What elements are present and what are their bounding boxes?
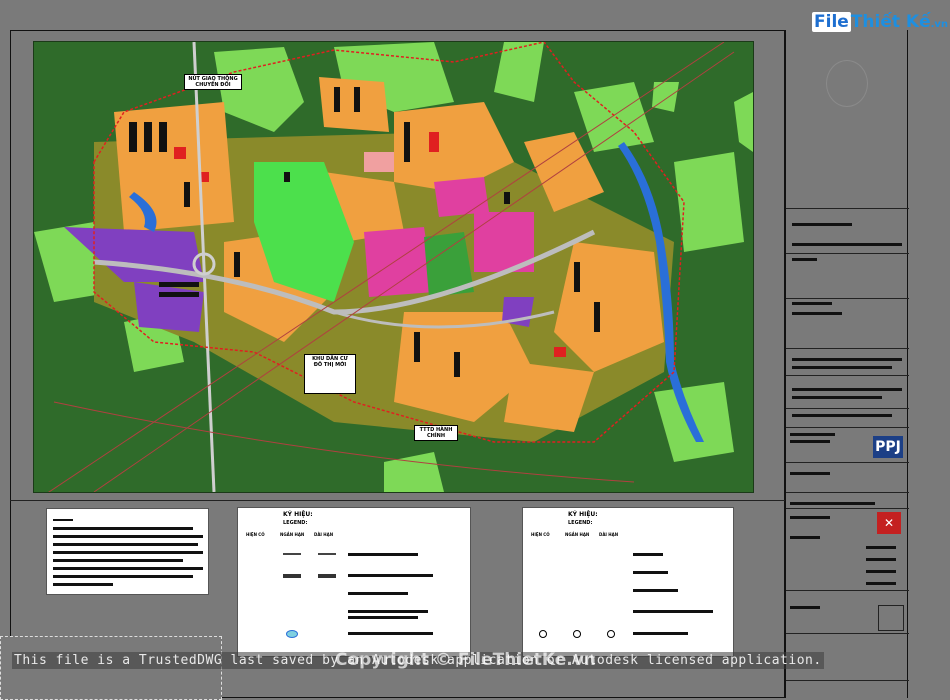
notes-panel	[46, 508, 209, 595]
map-label-interchange: NÚT GIAO THÔNG CHUYỂN ĐỔI	[184, 74, 242, 90]
legend2-col-planned: NGẮN HẠN	[565, 532, 590, 537]
legend2-subtitle: LEGEND:	[568, 520, 593, 526]
map-label-residential-zone: KHU DÂN CƯ ĐÔ THỊ MỚI	[304, 354, 356, 394]
legend1-subtitle: LEGEND:	[283, 520, 308, 526]
title-block	[785, 30, 909, 698]
sheet-divider	[10, 500, 785, 501]
legend1-col-existing: HIỆN CÓ	[246, 532, 265, 537]
map-label-admin-center: TTTD HÀNH CHÍNH	[414, 425, 458, 441]
legend2-col-existing: HIỆN CÓ	[531, 532, 550, 537]
site-logo: File Thiết Kế.vn	[812, 12, 948, 32]
legend1-col-planned: NGẮN HẠN	[280, 532, 305, 537]
logo-part-thietke: Thiết Kế	[850, 12, 931, 32]
land-use-map-svg	[34, 42, 753, 492]
legend1-col-long: DÀI HẠN	[314, 532, 334, 537]
stamp-box	[878, 605, 904, 631]
copyright-watermark: Copyright © FileThietKe.vn	[335, 650, 596, 670]
legend1-title: KÝ HIỆU:	[283, 511, 313, 518]
logo-part-file: File	[812, 12, 851, 32]
legend-panel-1: KÝ HIỆU: LEGEND: HIỆN CÓ NGẮN HẠN DÀI HẠ…	[237, 507, 471, 657]
marker-long-icon	[607, 630, 615, 638]
watermark-emblem-icon	[826, 60, 868, 107]
legend-panel-2: KÝ HIỆU: LEGEND: HIỆN CÓ NGẮN HẠN DÀI HẠ…	[522, 507, 734, 657]
legend2-col-long: DÀI HẠN	[599, 532, 619, 537]
marker-existing-icon	[539, 630, 547, 638]
master-plan-map: NÚT GIAO THÔNG CHUYỂN ĐỔI KHU DÂN CƯ ĐÔ TH…	[33, 41, 754, 493]
water-symbol-icon	[286, 630, 298, 638]
marker-planned-icon	[573, 630, 581, 638]
company-logo: PPJ	[873, 436, 903, 458]
logo-part-vn: .vn	[930, 19, 949, 30]
legend2-title: KÝ HIỆU:	[568, 511, 598, 518]
firm-emblem-icon: ✕	[877, 512, 901, 534]
